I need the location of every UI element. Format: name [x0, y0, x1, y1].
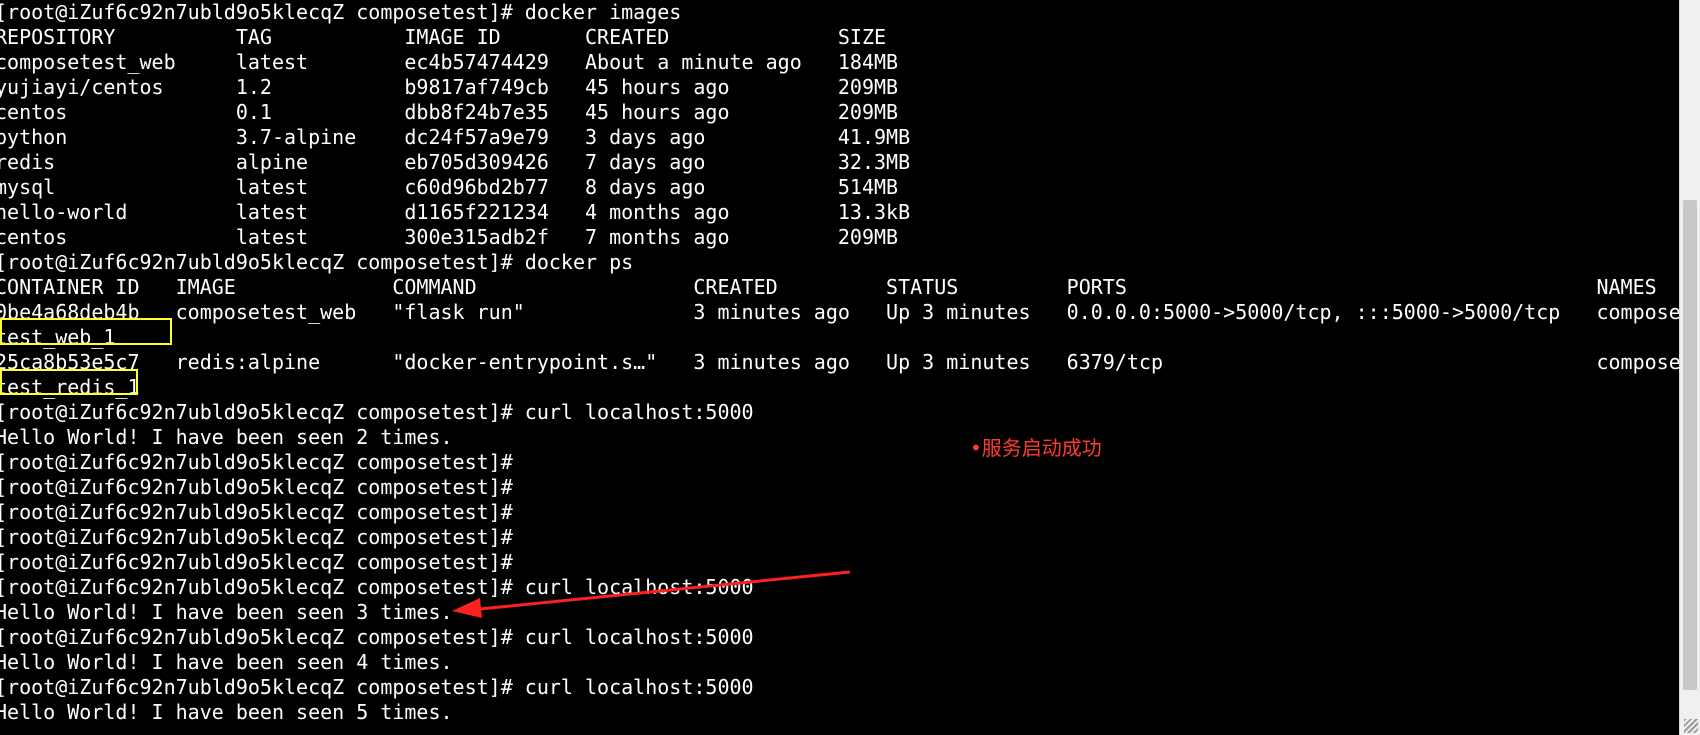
container-name-highlight — [0, 369, 138, 395]
terminal-line: Hello World! I have been seen 5 times. — [0, 700, 453, 724]
terminal-line: redis alpine eb705d309426 7 days ago 32.… — [0, 150, 911, 174]
terminal-line: composetest_web latest ec4b57474429 Abou… — [0, 50, 899, 74]
terminal-line: hello-world latest d1165f221234 4 months… — [0, 200, 911, 224]
terminal-line: [root@iZuf6c92n7ubld9o5klecqZ composetes… — [0, 625, 754, 649]
terminal-line: test_redis_1 — [0, 375, 140, 399]
terminal-line: Hello World! I have been seen 4 times. — [0, 650, 453, 674]
terminal-output: [root@iZuf6c92n7ubld9o5klecqZ composetes… — [0, 0, 1680, 725]
terminal-line: [root@iZuf6c92n7ubld9o5klecqZ composetes… — [0, 450, 513, 474]
terminal-line: 0be4a68deb4b composetest_web "flask run"… — [0, 300, 1680, 324]
terminal-line: CONTAINER ID IMAGE COMMAND CREATED STATU… — [0, 275, 1657, 299]
terminal-line: test_web_1 — [0, 325, 116, 349]
terminal-line: Hello World! I have been seen 2 times. — [0, 425, 453, 449]
terminal-line: [root@iZuf6c92n7ubld9o5klecqZ composetes… — [0, 400, 754, 424]
terminal-line: yujiayi/centos 1.2 b9817af749cb 45 hours… — [0, 75, 899, 99]
resize-grip-icon[interactable] — [1684, 719, 1698, 733]
terminal-line: [root@iZuf6c92n7ubld9o5klecqZ composetes… — [0, 575, 754, 599]
service-started-note: •服务启动成功 — [970, 436, 1102, 460]
terminal-line: [root@iZuf6c92n7ubld9o5klecqZ composetes… — [0, 550, 513, 574]
terminal-line: [root@iZuf6c92n7ubld9o5klecqZ composetes… — [0, 500, 513, 524]
scrollbar-thumb[interactable] — [1683, 200, 1697, 690]
container-name-highlight — [0, 318, 172, 345]
terminal-line: python 3.7-alpine dc24f57a9e79 3 days ag… — [0, 125, 911, 149]
terminal-line: centos 0.1 dbb8f24b7e35 45 hours ago 209… — [0, 100, 899, 124]
terminal-line: [root@iZuf6c92n7ubld9o5klecqZ composetes… — [0, 250, 634, 274]
terminal-line: [root@iZuf6c92n7ubld9o5klecqZ composetes… — [0, 525, 513, 549]
terminal-line: Hello World! I have been seen 3 times. — [0, 600, 453, 624]
terminal-window[interactable]: [root@iZuf6c92n7ubld9o5klecqZ composetes… — [0, 0, 1680, 735]
terminal-line: [root@iZuf6c92n7ubld9o5klecqZ composetes… — [0, 475, 513, 499]
terminal-line: [root@iZuf6c92n7ubld9o5klecqZ composetes… — [0, 675, 754, 699]
terminal-line: 25ca8b53e5c7 redis:alpine "docker-entryp… — [0, 350, 1680, 374]
vertical-scrollbar[interactable] — [1679, 0, 1700, 735]
terminal-line: mysql latest c60d96bd2b77 8 days ago 514… — [0, 175, 899, 199]
terminal-line: centos latest 300e315adb2f 7 months ago … — [0, 225, 899, 249]
terminal-line: REPOSITORY TAG IMAGE ID CREATED SIZE — [0, 25, 887, 49]
terminal-line: [root@iZuf6c92n7ubld9o5klecqZ composetes… — [0, 0, 682, 24]
